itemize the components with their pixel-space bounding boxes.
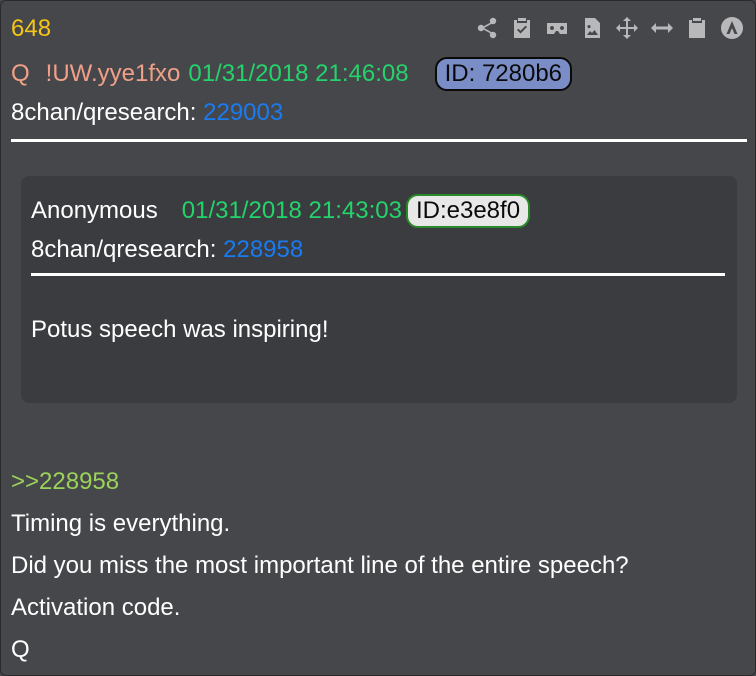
q-post: 648 Q !UW.yye1fxo 01/31/2018 21:46:08 ID… [0,0,756,676]
board-label: 8chan/qresearch: [11,99,204,126]
quoted-board-label: 8chan/qresearch: [31,236,224,263]
clipboard-check-icon[interactable] [508,13,535,43]
horizontal-arrows-icon[interactable] [648,13,675,43]
tripcode: !UW.yye1fxo [45,60,181,87]
move-icon[interactable] [613,13,640,43]
body-line: Q [11,636,30,663]
quoted-divider [31,273,725,276]
post-header: Q !UW.yye1fxo 01/31/2018 21:46:08 ID: 72… [11,57,573,91]
quoted-author: Anonymous [31,197,158,224]
quoted-post-ref-link[interactable]: 228958 [223,236,303,263]
share-icon[interactable] [473,13,500,43]
post-number: 648 [11,15,52,42]
quoted-board-line: 8chan/qresearch: 228958 [31,236,303,264]
body-line: Activation code. [11,594,181,621]
quoted-timestamp: 01/31/2018 21:43:03 [181,197,402,224]
board-line: 8chan/qresearch: 229003 [11,99,283,127]
clipboard-icon[interactable] [683,13,710,43]
body-line: Timing is everything. [11,510,231,537]
post-timestamp: 01/31/2018 21:46:08 [188,60,409,87]
vr-viewer-icon[interactable] [543,13,570,43]
body-line: Did you miss the most important line of … [11,552,629,579]
reply-reference-link[interactable]: >>228958 [11,461,629,503]
image-file-icon[interactable] [578,13,605,43]
quoted-text: Potus speech was inspiring! [31,316,329,343]
author-name: Q [11,60,30,87]
quoted-post: Anonymous 01/31/2018 21:43:03 ID:e3e8f0 … [21,176,737,403]
post-ref-link[interactable]: 229003 [203,99,283,126]
post-toolbar [473,13,745,43]
header-divider [11,139,747,142]
poster-id-badge[interactable]: ID: 7280b6 [434,57,573,91]
navigation-icon[interactable] [718,13,745,43]
quoted-header: Anonymous 01/31/2018 21:43:03 ID:e3e8f0 [31,194,531,228]
post-body: >>228958 Timing is everything. Did you m… [11,461,629,671]
quoted-id-badge[interactable]: ID:e3e8f0 [405,194,531,228]
